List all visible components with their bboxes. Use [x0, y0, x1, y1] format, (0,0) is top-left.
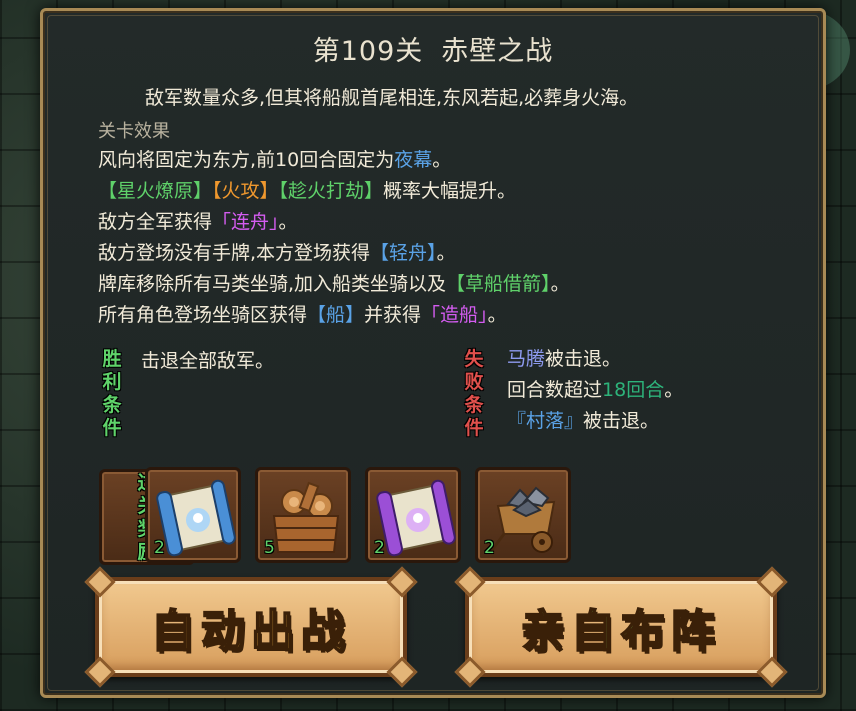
- effects-heading: 关卡效果: [98, 121, 170, 142]
- card-keyword: 【船】: [307, 304, 365, 326]
- effect-line: 所有角色登场坐骑区获得【船】并获得「造船」。: [98, 304, 507, 326]
- stage-info-dialog: 第109关 赤壁之战 敌军数量众多,但其将船舰首尾相连,东风若起,必葬身火海。 关…: [40, 8, 826, 698]
- stage-name: 赤壁之战: [441, 36, 554, 67]
- auto-battle-label: 自动出战: [150, 605, 351, 658]
- victory-condition-text: 击退全部敌军。: [141, 350, 275, 372]
- defeat-condition-item: 回合数超过18回合。: [507, 379, 684, 401]
- reward-count: 2: [154, 538, 165, 558]
- effect-line: 敌方全军获得「连舟」。: [98, 211, 298, 233]
- manual-deploy-label: 亲自布阵: [520, 605, 721, 658]
- skill-keyword: 「造船」: [421, 304, 488, 326]
- card-keyword: 【火攻】: [212, 180, 279, 202]
- blue-scroll-icon: [156, 479, 236, 557]
- card-keyword: 【趁火打劫】: [278, 180, 384, 202]
- defeat-condition-list: 马腾被击退。 回合数超过18回合。 『村落』被击退。: [507, 344, 683, 437]
- auto-battle-button[interactable]: 自动出战: [84, 566, 418, 688]
- turn-limit: 18回合: [602, 379, 665, 401]
- wood-crate-icon: [272, 481, 340, 553]
- defeat-condition-item: 马腾被击退。: [507, 348, 622, 370]
- ore-cart-icon: [490, 486, 556, 553]
- reward-item-wood[interactable]: 5: [255, 467, 351, 563]
- defeat-condition-item: 『村落』被击退。: [507, 410, 660, 432]
- effect-line: 风向将固定为东方,前10回合固定为夜幕。: [98, 149, 452, 171]
- defeat-condition-label: 失 败 条 件: [464, 348, 484, 439]
- victory-condition-label: 胜 利 条 件: [102, 348, 122, 439]
- reward-count: 2: [484, 538, 495, 558]
- card-keyword: 【轻舟】: [370, 242, 437, 264]
- card-keyword: 【星火燎原】: [98, 180, 213, 202]
- location-name: 『村落』: [507, 410, 584, 432]
- reward-count: 5: [264, 538, 275, 558]
- reward-item-purple-scroll[interactable]: 2: [365, 467, 461, 563]
- purple-scroll-icon: [376, 479, 456, 557]
- stage-effects-list: 风向将固定为东方,前10回合固定为夜幕。 【星火燎原】【火攻】【趁火打劫】概率大…: [98, 145, 570, 331]
- reward-count: 2: [374, 538, 385, 558]
- keyword-night: 夜幕: [394, 149, 433, 171]
- stage-description: 敌军数量众多,但其将船舰首尾相连,东风若起,必葬身火海。: [145, 87, 639, 109]
- effect-line: 牌库移除所有马类坐骑,加入船类坐骑以及【草船借箭】。: [98, 273, 570, 295]
- manual-deploy-button[interactable]: 亲自布阵: [454, 566, 788, 688]
- character-name: 马腾: [507, 348, 546, 370]
- reward-item-ore-cart[interactable]: 2: [475, 467, 571, 563]
- effect-line: 【星火燎原】【火攻】【趁火打劫】概率大幅提升。: [98, 180, 517, 202]
- effect-line: 敌方登场没有手牌,本方登场获得【轻舟】。: [98, 242, 456, 264]
- reward-item-blue-scroll[interactable]: 2: [145, 467, 241, 563]
- skill-keyword: 「连舟」: [212, 211, 279, 233]
- stage-title: 第109关 赤壁之战: [43, 29, 823, 68]
- stage-number: 第109关: [312, 36, 424, 67]
- card-keyword: 【草船借箭】: [446, 273, 551, 295]
